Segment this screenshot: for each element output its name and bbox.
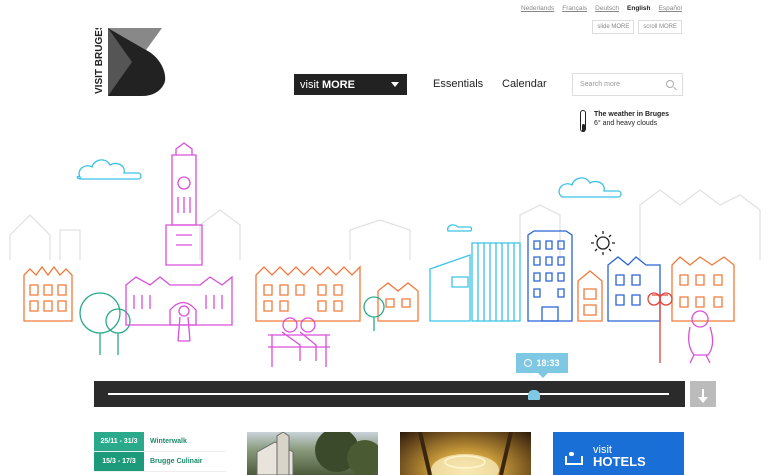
visit-more-prefix: visit xyxy=(300,78,319,91)
search-icon[interactable] xyxy=(666,80,674,88)
event-name[interactable]: Brugge Culinair xyxy=(144,458,203,465)
orange-houses-middle xyxy=(255,265,419,322)
lang-espanol[interactable]: Español xyxy=(659,5,683,12)
figure-near-tower xyxy=(177,305,191,342)
orange-houses-right xyxy=(577,256,735,322)
cloud-right xyxy=(558,177,622,198)
people-on-bench xyxy=(268,317,330,367)
search-input[interactable]: Search more xyxy=(572,73,683,96)
time-label: 18:33 xyxy=(536,358,560,368)
visit-more-dropdown[interactable]: visit MORE xyxy=(294,74,407,95)
scroll-down-button[interactable] xyxy=(690,381,716,407)
weather-title: The weather in Bruges xyxy=(594,111,670,118)
nav-calendar[interactable]: Calendar xyxy=(502,78,547,90)
slide-more-button[interactable]: slide MORE xyxy=(592,20,635,34)
event-date: 15/3 - 17/3 xyxy=(94,452,144,471)
arrow-down-icon xyxy=(698,389,708,403)
cloud-small xyxy=(447,224,473,232)
view-toggle: slide MORE scroll MORE xyxy=(592,20,682,34)
lang-deutsch[interactable]: Deutsch xyxy=(595,5,619,12)
belfry-tower xyxy=(125,142,233,326)
event-name[interactable]: Winterwalk xyxy=(144,438,187,445)
weather-detail: 6° and heavy clouds xyxy=(594,120,658,127)
language-bar: Nederlands Français Deutsch English Espa… xyxy=(521,5,682,12)
hotels-label: HOTELS xyxy=(593,454,646,469)
timeline-track[interactable] xyxy=(108,393,669,395)
visit-more-label: MORE xyxy=(321,78,355,91)
concert-hall xyxy=(429,242,521,322)
events-list: 25/11 - 31/3 Winterwalk 15/3 - 17/3 Brug… xyxy=(94,432,226,472)
clock-icon xyxy=(524,359,533,367)
street-lamp xyxy=(647,292,673,363)
scroll-more-button[interactable]: scroll MORE xyxy=(638,20,682,34)
logo-text: VISIT BRUGES xyxy=(94,28,105,94)
search-placeholder: Search more xyxy=(580,81,621,88)
visit-hotels-card[interactable]: visit HOTELS xyxy=(553,432,684,475)
visit-bruges-logo[interactable]: VISIT BRUGES xyxy=(92,28,168,96)
trees-left xyxy=(79,292,131,355)
city-illustration xyxy=(9,142,761,367)
chevron-down-icon xyxy=(391,82,399,87)
background-buildings xyxy=(9,189,761,260)
bear-figure xyxy=(688,310,714,364)
cloud-left xyxy=(76,159,142,180)
time-indicator: 18:33 xyxy=(516,353,568,378)
tree-middle xyxy=(363,296,385,331)
lang-francais[interactable]: Français xyxy=(562,5,587,12)
weather-widget[interactable]: The weather in Bruges 6° and heavy cloud… xyxy=(580,110,669,132)
bed-icon xyxy=(565,452,583,465)
sun-icon xyxy=(591,231,615,255)
photo-card-garden[interactable] xyxy=(247,432,378,475)
timeline-slider[interactable] xyxy=(94,381,685,407)
thermometer-icon xyxy=(580,110,586,132)
timeline-handle[interactable] xyxy=(528,390,541,400)
list-item[interactable]: 25/11 - 31/3 Winterwalk xyxy=(94,432,226,452)
lang-english[interactable]: English xyxy=(627,5,650,12)
lang-nederlands[interactable]: Nederlands xyxy=(521,5,554,12)
orange-houses-left xyxy=(23,265,73,322)
event-date: 25/11 - 31/3 xyxy=(94,432,144,451)
list-item[interactable]: 15/3 - 17/3 Brugge Culinair xyxy=(94,452,226,472)
nav-essentials[interactable]: Essentials xyxy=(433,78,483,90)
photo-card-interior[interactable] xyxy=(400,432,531,475)
